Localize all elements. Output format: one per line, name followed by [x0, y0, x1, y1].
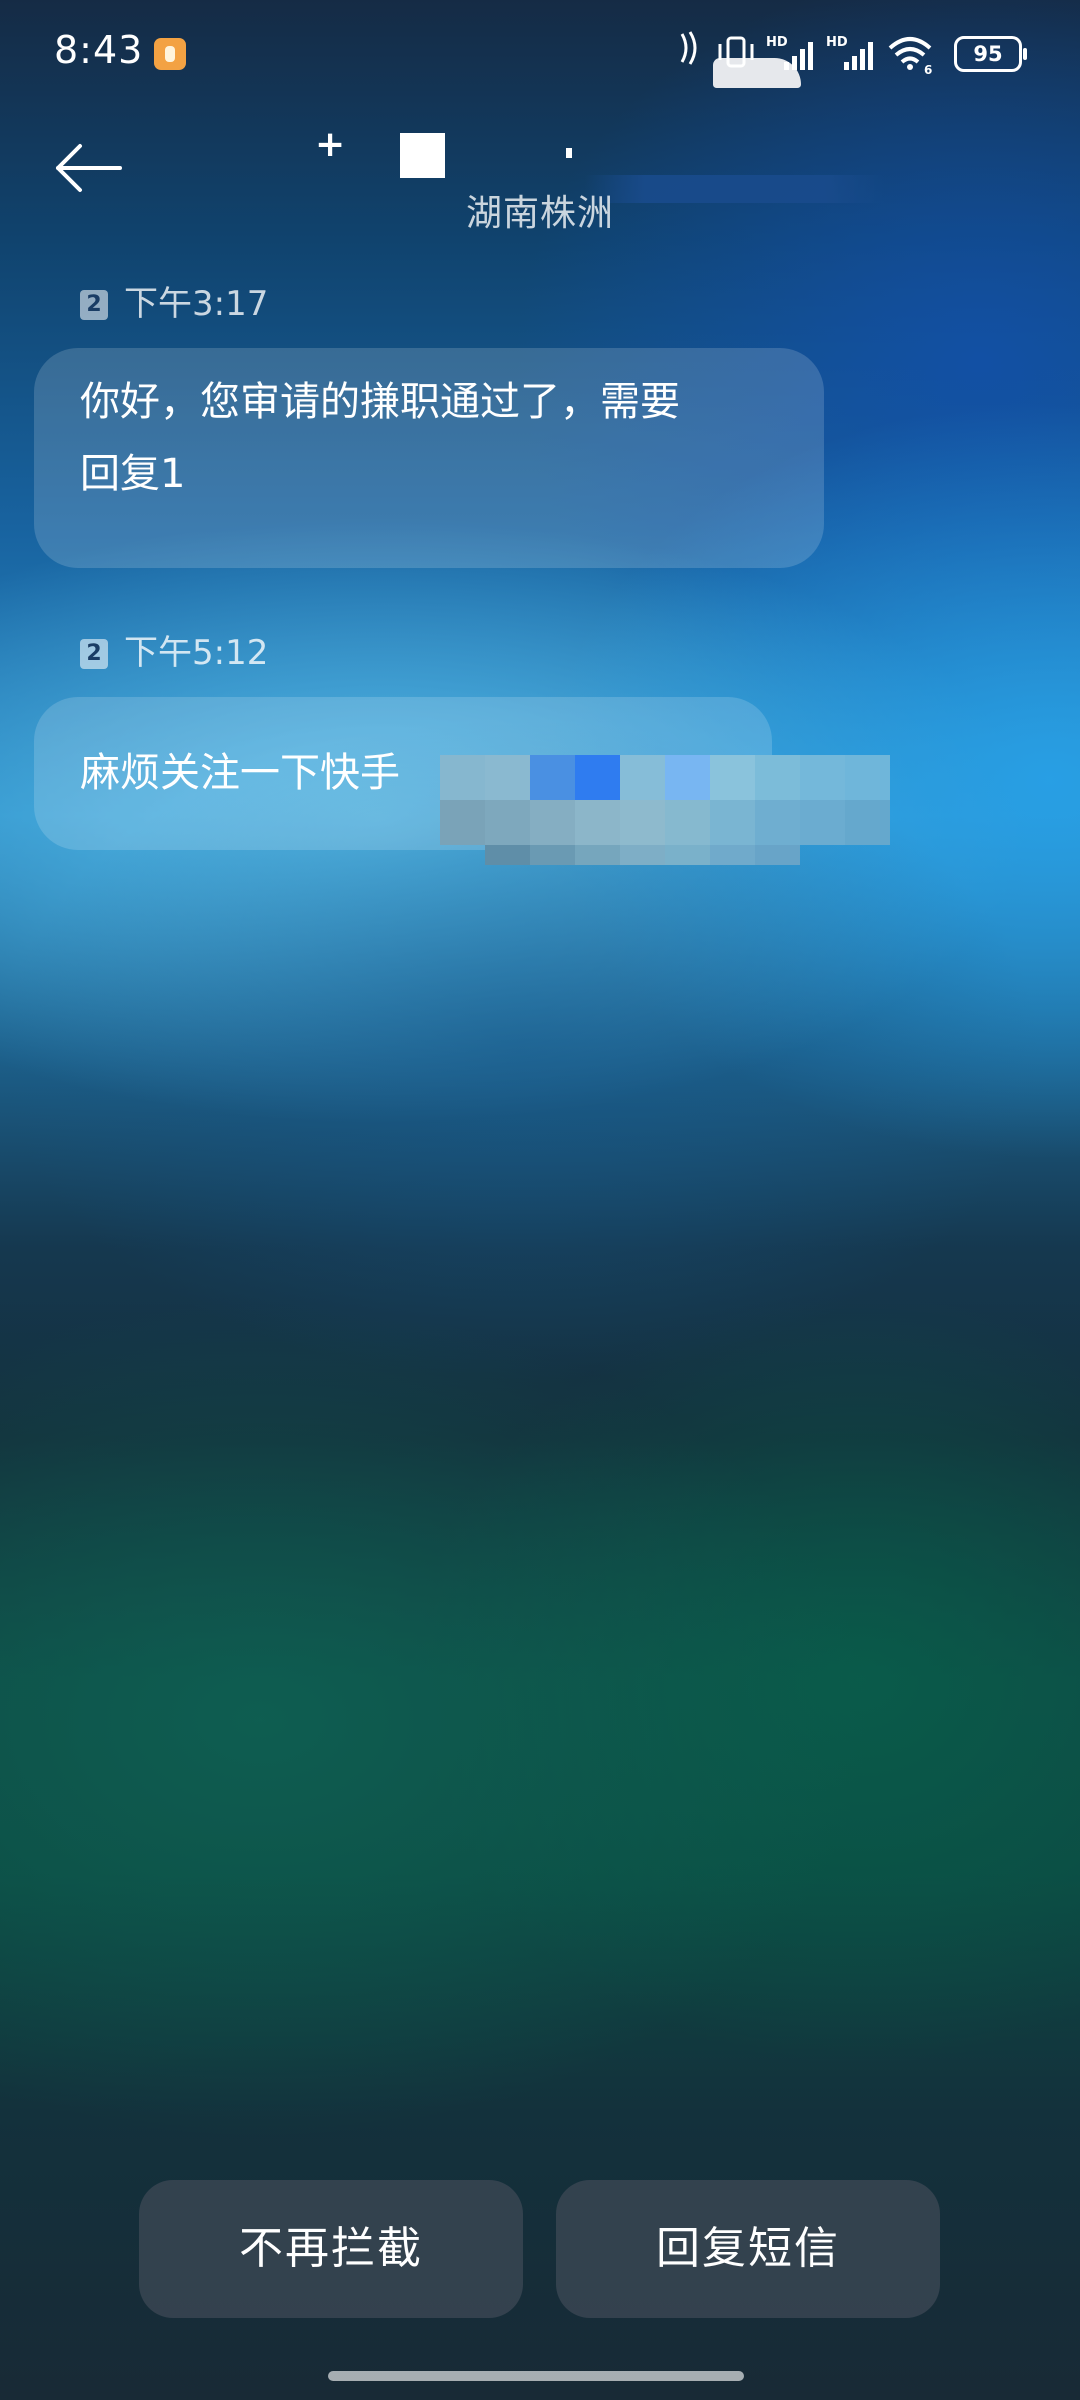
status-bar: 8:43 HD HD 6 95 [0, 0, 1080, 100]
reply-sms-button[interactable]: 回复短信 [556, 2180, 940, 2318]
vibrate-icon [718, 36, 754, 68]
message-2-time: 下午5:12 [124, 633, 269, 673]
notification-app-icon [154, 38, 186, 70]
cell-signal-2-icon: HD [826, 35, 873, 70]
number-redaction-block [400, 133, 445, 178]
number-redaction-mark [566, 148, 572, 158]
wifi-icon: 6 [888, 37, 932, 74]
sender-location: 湖南株洲 [465, 193, 614, 234]
message-bubble[interactable]: 你好，您审请的搛职通过了，需要 回复1 [34, 348, 824, 568]
cell-signal-1-icon: HD [766, 35, 813, 70]
sim-2-icon: 2 [80, 639, 108, 669]
signal-2-hd-label: HD [826, 35, 848, 50]
unblock-button[interactable]: 不再拦截 [139, 2180, 523, 2318]
sender-number-prefix: + [315, 124, 346, 165]
status-time: 8:43 [54, 28, 144, 72]
wifi-6-label: 6 [924, 63, 932, 74]
message-1-time: 下午3:17 [124, 284, 269, 324]
message-1-text-line-2: 回复1 [80, 451, 186, 497]
message-1-meta: 2 下午3:17 [80, 283, 268, 325]
battery-icon: 95 [954, 36, 1027, 72]
screen: 8:43 HD HD 6 95 + 湖南株洲 2 下午3:17 你好，您审请的搛… [0, 0, 1080, 2400]
sim-2-icon: 2 [80, 290, 108, 320]
nfc-icon [680, 31, 697, 65]
signal-1-hd-label: HD [766, 35, 788, 50]
home-indicator[interactable] [328, 2371, 744, 2381]
message-1-text-line-1: 你好，您审请的搛职通过了，需要 [80, 379, 680, 425]
message-2-meta: 2 下午5:12 [80, 632, 268, 674]
mosaic-redaction [440, 725, 890, 885]
